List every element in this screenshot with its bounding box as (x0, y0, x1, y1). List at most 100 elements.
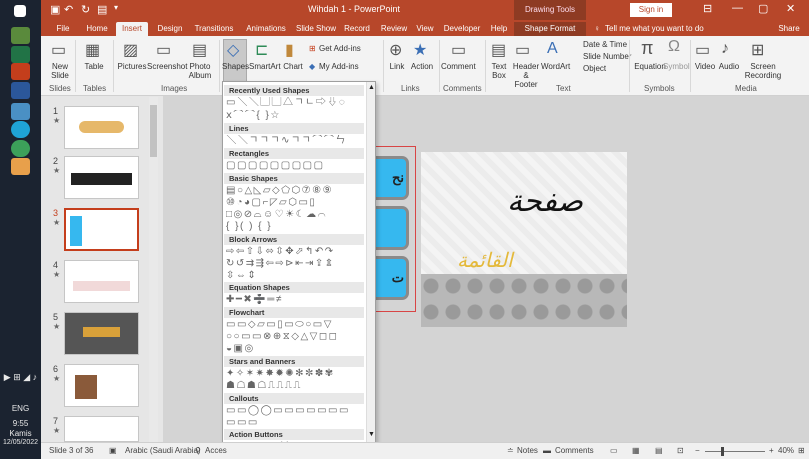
flowchart-row[interactable]: ◒▣◎ (226, 343, 366, 354)
shapes-gallery[interactable]: Recently Used Shapes ▭╲╲▢▢△ㄱㄴ⇨⇩◌ ⅹ⌒⌒{ }☆… (222, 81, 376, 453)
slide-subtitle-text[interactable]: القائمة (457, 248, 513, 272)
tab-review[interactable]: Review (379, 22, 409, 36)
shapes-button[interactable]: Shapes (222, 62, 249, 71)
slideshow-view-icon[interactable]: ⊡ (677, 446, 684, 455)
comments-button[interactable]: Comments (555, 446, 594, 455)
action-button[interactable]: Action (409, 62, 435, 71)
accessibility-icon[interactable]: ⚲ (195, 446, 201, 455)
zoom-out-icon[interactable]: − (695, 446, 700, 455)
basic-shapes-row[interactable]: □◎⊘⌓☺♡☀☾☁⌒ (226, 209, 366, 220)
powerpoint-icon[interactable] (11, 63, 30, 80)
stars-banners-row[interactable]: ✦✧✶✷✸✹✺✻✼✽✾ (226, 368, 366, 379)
accessibility-status[interactable]: Acces (205, 446, 227, 455)
flowchart-row[interactable]: ▭▭◇▱▭▯▭⬭○▭▽ (226, 319, 366, 330)
zoom-level[interactable]: 40% (778, 446, 794, 455)
rectangles-row[interactable]: ▢▢▢▢▢▢▢▢▢ (226, 160, 366, 171)
comments-icon[interactable]: ▬ (543, 446, 551, 455)
slide-thumbnail-4[interactable] (64, 260, 139, 303)
zoom-in-icon[interactable]: + (769, 446, 774, 455)
save-icon[interactable]: ▣ (50, 3, 60, 16)
maximize-icon[interactable]: ▢ (758, 2, 768, 15)
redo-icon[interactable]: ↻ (81, 3, 90, 16)
signin-button[interactable]: Sign in (630, 3, 672, 17)
windows-icon[interactable] (14, 5, 26, 17)
block-arrows-row[interactable]: ⇨⇦⇧⇩⬄⇳✥⬀↰↶↷ (226, 246, 366, 257)
gallery-scrollbar[interactable]: ▲ ▼ (366, 82, 375, 452)
slide-thumbnail-3[interactable] (64, 208, 139, 251)
edge-icon[interactable] (11, 121, 30, 138)
slide-sorter-icon[interactable]: ▦ (632, 446, 640, 455)
screen-recording-button[interactable]: Screen Recording (743, 62, 783, 80)
photos-icon[interactable] (11, 103, 30, 120)
tab-shape-format[interactable]: Shape Format (514, 22, 586, 36)
basic-shapes-row[interactable]: { }( ) { } (226, 221, 366, 232)
tab-home[interactable]: Home (83, 22, 111, 36)
callouts-row[interactable]: ▭▭◯◯▭▭▭▭▭▭▭ (226, 405, 366, 416)
tab-slideshow[interactable]: Slide Show (294, 22, 338, 36)
smartart-button[interactable]: SmartArt (249, 62, 281, 71)
word-icon[interactable] (11, 82, 30, 99)
tray-language[interactable]: ENG (0, 404, 41, 413)
tab-file[interactable]: File (53, 22, 73, 36)
wordart-button[interactable]: WordArt (541, 62, 570, 71)
tab-developer[interactable]: Developer (441, 22, 483, 36)
notes-icon[interactable]: ≐ (507, 446, 514, 455)
lines-row[interactable]: ╲╲ㄱㄱㄱ∿ㄱㄱ⌒⌒ㄣ (226, 135, 366, 146)
slide-thumbnail-1[interactable] (64, 106, 139, 149)
normal-view-icon[interactable]: ▭ (610, 446, 618, 455)
basic-shapes-row[interactable]: ⑩◔◕▢⌐◸▱⬡▭▯ (226, 197, 366, 208)
tab-insert[interactable]: Insert (116, 22, 148, 36)
thumbnail-scrollbar[interactable] (149, 97, 158, 442)
paint-icon[interactable] (11, 158, 30, 175)
video-button[interactable]: Video (693, 62, 717, 71)
tray-icons[interactable]: ▶ ⊞ ◢ ♪ (0, 372, 41, 383)
fit-slide-icon[interactable]: ⊞ (798, 446, 805, 455)
recent-shapes-row[interactable]: ▭╲╲▢▢△ㄱㄴ⇨⇩◌ (226, 97, 366, 108)
zoom-slider-thumb[interactable] (721, 447, 724, 456)
minimize-icon[interactable]: — (732, 2, 743, 14)
ribbon-display-icon[interactable]: ⊟ (703, 2, 712, 15)
current-slide[interactable]: صفحة القائمة (421, 152, 627, 327)
new-slide-button[interactable]: New Slide (49, 62, 71, 80)
chrome-icon[interactable] (11, 140, 30, 157)
table-button[interactable]: Table (81, 62, 107, 71)
equation-button[interactable]: Equation (633, 62, 667, 71)
present-icon[interactable]: ▤ (97, 3, 107, 16)
screenshot-button[interactable]: Screenshot (147, 62, 187, 71)
tab-help[interactable]: Help (488, 22, 510, 36)
scrollbar-thumb[interactable] (150, 105, 157, 157)
textbox-button[interactable]: Text Box (489, 62, 509, 80)
language-indicator[interactable]: Arabic (Saudi Arabia) (125, 446, 201, 455)
tab-view[interactable]: View (413, 22, 437, 36)
callouts-row[interactable]: ▭▭▭ (226, 417, 366, 428)
slide-thumbnail-6[interactable] (64, 364, 139, 407)
header-footer-button[interactable]: Header & Footer (511, 62, 541, 89)
date-time-button[interactable]: Date & Time (583, 40, 627, 49)
tell-me-icon[interactable]: ♀ (591, 22, 603, 36)
notes-button[interactable]: Notes (517, 446, 538, 455)
tell-me-box[interactable]: Tell me what you want to do (605, 22, 715, 36)
chart-button[interactable]: Chart (281, 62, 305, 71)
slide-thumbnail-2[interactable] (64, 156, 139, 199)
slide-thumbnail-7[interactable] (64, 416, 139, 442)
stars-banners-row[interactable]: ☗☖☗☖⎍⎍⎍⎍ (226, 380, 366, 391)
equation-shapes-row[interactable]: ✚━✖➗═≠ (226, 294, 366, 305)
basic-shapes-row[interactable]: ▤○△◺▱◇⬠⬡⑦⑧⑨ (226, 185, 366, 196)
tray-time[interactable]: 9:55 (0, 419, 41, 428)
object-button[interactable]: Object (583, 64, 606, 73)
comment-button[interactable]: Comment (441, 62, 476, 71)
customize-qat-icon[interactable]: ▾ (114, 3, 118, 12)
pictures-button[interactable]: Pictures (116, 62, 148, 71)
slide-title-text[interactable]: صفحة (507, 184, 583, 219)
excel-icon[interactable] (11, 46, 30, 63)
tab-animations[interactable]: Animations (242, 22, 290, 36)
slide-number-button[interactable]: Slide Number (583, 52, 631, 61)
spellcheck-icon[interactable]: ▣ (109, 446, 117, 455)
link-button[interactable]: Link (387, 62, 407, 71)
flowchart-row[interactable]: ○○▭▭⊗⊕⧖◇△▽◻◻ (226, 331, 366, 342)
block-arrows-row[interactable]: ↻↺⇉⇶⇦⇨⊳⇤⇥⇪⇭ (226, 258, 366, 269)
undo-icon[interactable]: ↶ (64, 3, 73, 16)
close-icon[interactable]: ✕ (786, 2, 795, 15)
tab-design[interactable]: Design (154, 22, 186, 36)
taskview-icon[interactable] (11, 27, 30, 44)
